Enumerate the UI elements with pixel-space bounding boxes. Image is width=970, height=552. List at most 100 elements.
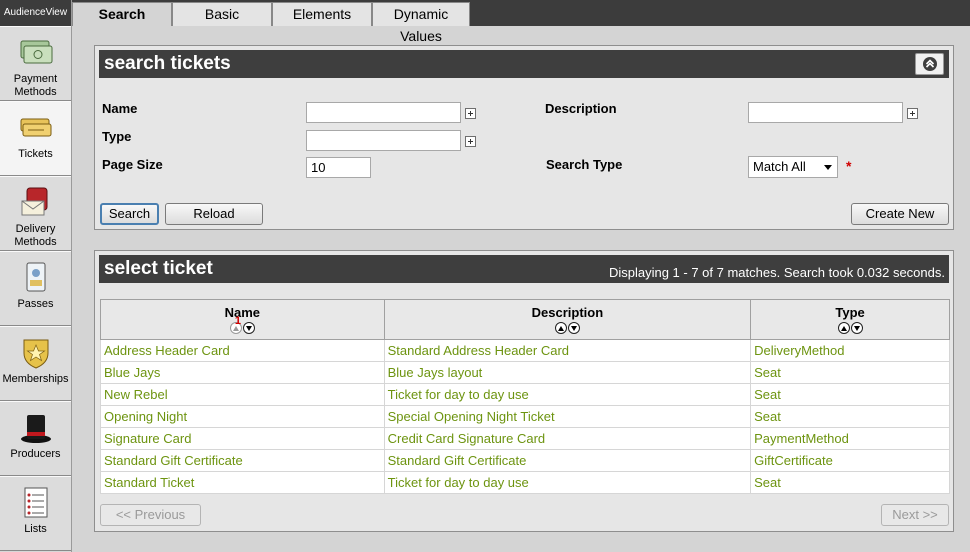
ticket-description-link[interactable]: Blue Jays layout <box>383 361 752 384</box>
sidebar-item-label: Producers <box>10 448 61 460</box>
previous-page-button[interactable]: << Previous <box>100 504 201 526</box>
table-row[interactable]: Standard Ticket Ticket for day to day us… <box>100 471 950 494</box>
sort-controls <box>385 322 751 334</box>
column-header-label: Type <box>835 305 865 320</box>
description-add-icon[interactable] <box>907 108 918 119</box>
tab-search[interactable]: Search <box>72 2 172 26</box>
sort-ascending-icon[interactable] <box>554 322 567 334</box>
passes-icon <box>18 260 54 296</box>
ticket-type-link[interactable]: Seat <box>750 471 950 494</box>
ticket-description-link[interactable]: Credit Card Signature Card <box>383 427 752 450</box>
module-sidebar: AudienceView Payment Methods Tickets Del… <box>0 0 72 552</box>
sidebar-item-memberships[interactable]: Memberships <box>0 326 71 401</box>
ticket-name-link[interactable]: Blue Jays <box>100 361 385 384</box>
column-header-type: Type <box>750 299 950 340</box>
ticket-name-link[interactable]: Signature Card <box>100 427 385 450</box>
table-row[interactable]: Blue Jays Blue Jays layout Seat <box>100 361 950 384</box>
search-tickets-panel: search tickets Name Type Page Size Descr… <box>94 45 954 230</box>
tab-bar: Search Basic Elements Dynamic Values <box>72 0 970 44</box>
tab-basic[interactable]: Basic <box>172 2 272 26</box>
ticket-type-link[interactable]: Seat <box>750 383 950 406</box>
name-label: Name <box>102 101 138 116</box>
sidebar-item-passes[interactable]: Passes <box>0 251 71 326</box>
ticket-name-link[interactable]: Standard Ticket <box>100 471 385 494</box>
ticket-table: Name 1 Description Type Address Header C… <box>100 299 950 494</box>
search-type-select[interactable]: Match All <box>748 156 838 178</box>
table-row[interactable]: Signature Card Credit Card Signature Car… <box>100 427 950 450</box>
reload-button[interactable]: Reload <box>165 203 263 225</box>
producers-icon <box>18 410 54 446</box>
chevron-down-icon <box>824 165 832 170</box>
sidebar-item-label: Delivery Methods <box>14 223 57 248</box>
tickets-icon <box>18 110 54 146</box>
type-label: Type <box>102 129 132 144</box>
tab-elements[interactable]: Elements <box>272 2 372 26</box>
ticket-type-link[interactable]: DeliveryMethod <box>750 339 950 362</box>
ticket-type-link[interactable]: PaymentMethod <box>750 427 950 450</box>
delivery-methods-icon <box>18 185 54 221</box>
ticket-name-link[interactable]: New Rebel <box>100 383 385 406</box>
ticket-description-link[interactable]: Standard Address Header Card <box>383 339 752 362</box>
table-row[interactable]: Standard Gift Certificate Standard Gift … <box>100 449 950 472</box>
ticket-type-link[interactable]: GiftCertificate <box>750 449 950 472</box>
sort-descending-icon[interactable] <box>850 322 863 334</box>
search-panel-header: search tickets <box>99 50 949 78</box>
sidebar-item-producers[interactable]: Producers <box>0 401 71 476</box>
lists-icon <box>18 485 54 521</box>
ticket-type-link[interactable]: Seat <box>750 405 950 428</box>
ticket-description-link[interactable]: Standard Gift Certificate <box>383 449 752 472</box>
name-add-icon[interactable] <box>465 108 476 119</box>
ticket-name-link[interactable]: Opening Night <box>100 405 385 428</box>
column-header-name: Name 1 <box>100 299 385 340</box>
panel-title: select ticket <box>104 258 213 279</box>
ticket-name-link[interactable]: Address Header Card <box>100 339 385 362</box>
results-panel-header: select ticket Displaying 1 - 7 of 7 matc… <box>99 255 949 283</box>
page-size-label: Page Size <box>102 157 163 172</box>
table-row[interactable]: New Rebel Ticket for day to day use Seat <box>100 383 950 406</box>
sort-order-marker: 1 <box>234 315 241 327</box>
sidebar-item-label: Lists <box>24 523 47 535</box>
sort-controls <box>751 322 949 334</box>
sort-ascending-icon[interactable] <box>837 322 850 334</box>
sidebar-item-delivery-methods[interactable]: Delivery Methods <box>0 176 71 251</box>
type-input[interactable] <box>306 130 461 151</box>
ticket-description-link[interactable]: Ticket for day to day use <box>383 471 752 494</box>
column-header-description: Description <box>383 299 752 340</box>
name-input[interactable] <box>306 102 461 123</box>
sidebar-item-tickets[interactable]: Tickets <box>0 101 71 176</box>
next-page-button[interactable]: Next >> <box>881 504 949 526</box>
sidebar-item-label: Tickets <box>18 148 53 160</box>
column-header-label: Description <box>531 305 604 320</box>
sort-descending-icon[interactable] <box>242 322 255 334</box>
search-button[interactable]: Search <box>100 203 159 225</box>
collapse-button[interactable] <box>915 53 944 75</box>
column-header-label: Name <box>224 305 261 320</box>
search-type-label: Search Type <box>546 157 623 172</box>
required-marker: * <box>846 158 852 174</box>
sidebar-item-payment-methods[interactable]: Payment Methods <box>0 26 71 101</box>
ticket-description-link[interactable]: Ticket for day to day use <box>383 383 752 406</box>
ticket-description-link[interactable]: Special Opening Night Ticket <box>383 405 752 428</box>
ticket-type-link[interactable]: Seat <box>750 361 950 384</box>
description-label: Description <box>545 101 617 116</box>
results-status: Displaying 1 - 7 of 7 matches. Search to… <box>608 265 945 280</box>
memberships-icon <box>18 335 54 371</box>
table-row[interactable]: Address Header Card Standard Address Hea… <box>100 339 950 362</box>
sidebar-item-label: Memberships <box>2 373 69 385</box>
sort-controls: 1 <box>101 316 384 334</box>
sort-ascending-icon[interactable]: 1 <box>229 316 242 334</box>
collapse-up-icon <box>922 57 937 71</box>
tab-dynamic-values[interactable]: Dynamic Values <box>372 2 470 44</box>
sidebar-item-lists[interactable]: Lists <box>0 476 71 551</box>
sidebar-item-label: Payment Methods <box>13 73 58 98</box>
ticket-name-link[interactable]: Standard Gift Certificate <box>100 449 385 472</box>
search-type-value: Match All <box>753 159 806 174</box>
payment-methods-icon <box>18 35 54 71</box>
sort-descending-icon[interactable] <box>567 322 580 334</box>
type-add-icon[interactable] <box>465 136 476 147</box>
app-title: AudienceView <box>0 0 71 26</box>
page-size-input[interactable] <box>306 157 371 178</box>
table-row[interactable]: Opening Night Special Opening Night Tick… <box>100 405 950 428</box>
description-input[interactable] <box>748 102 903 123</box>
create-new-button[interactable]: Create New <box>851 203 949 225</box>
